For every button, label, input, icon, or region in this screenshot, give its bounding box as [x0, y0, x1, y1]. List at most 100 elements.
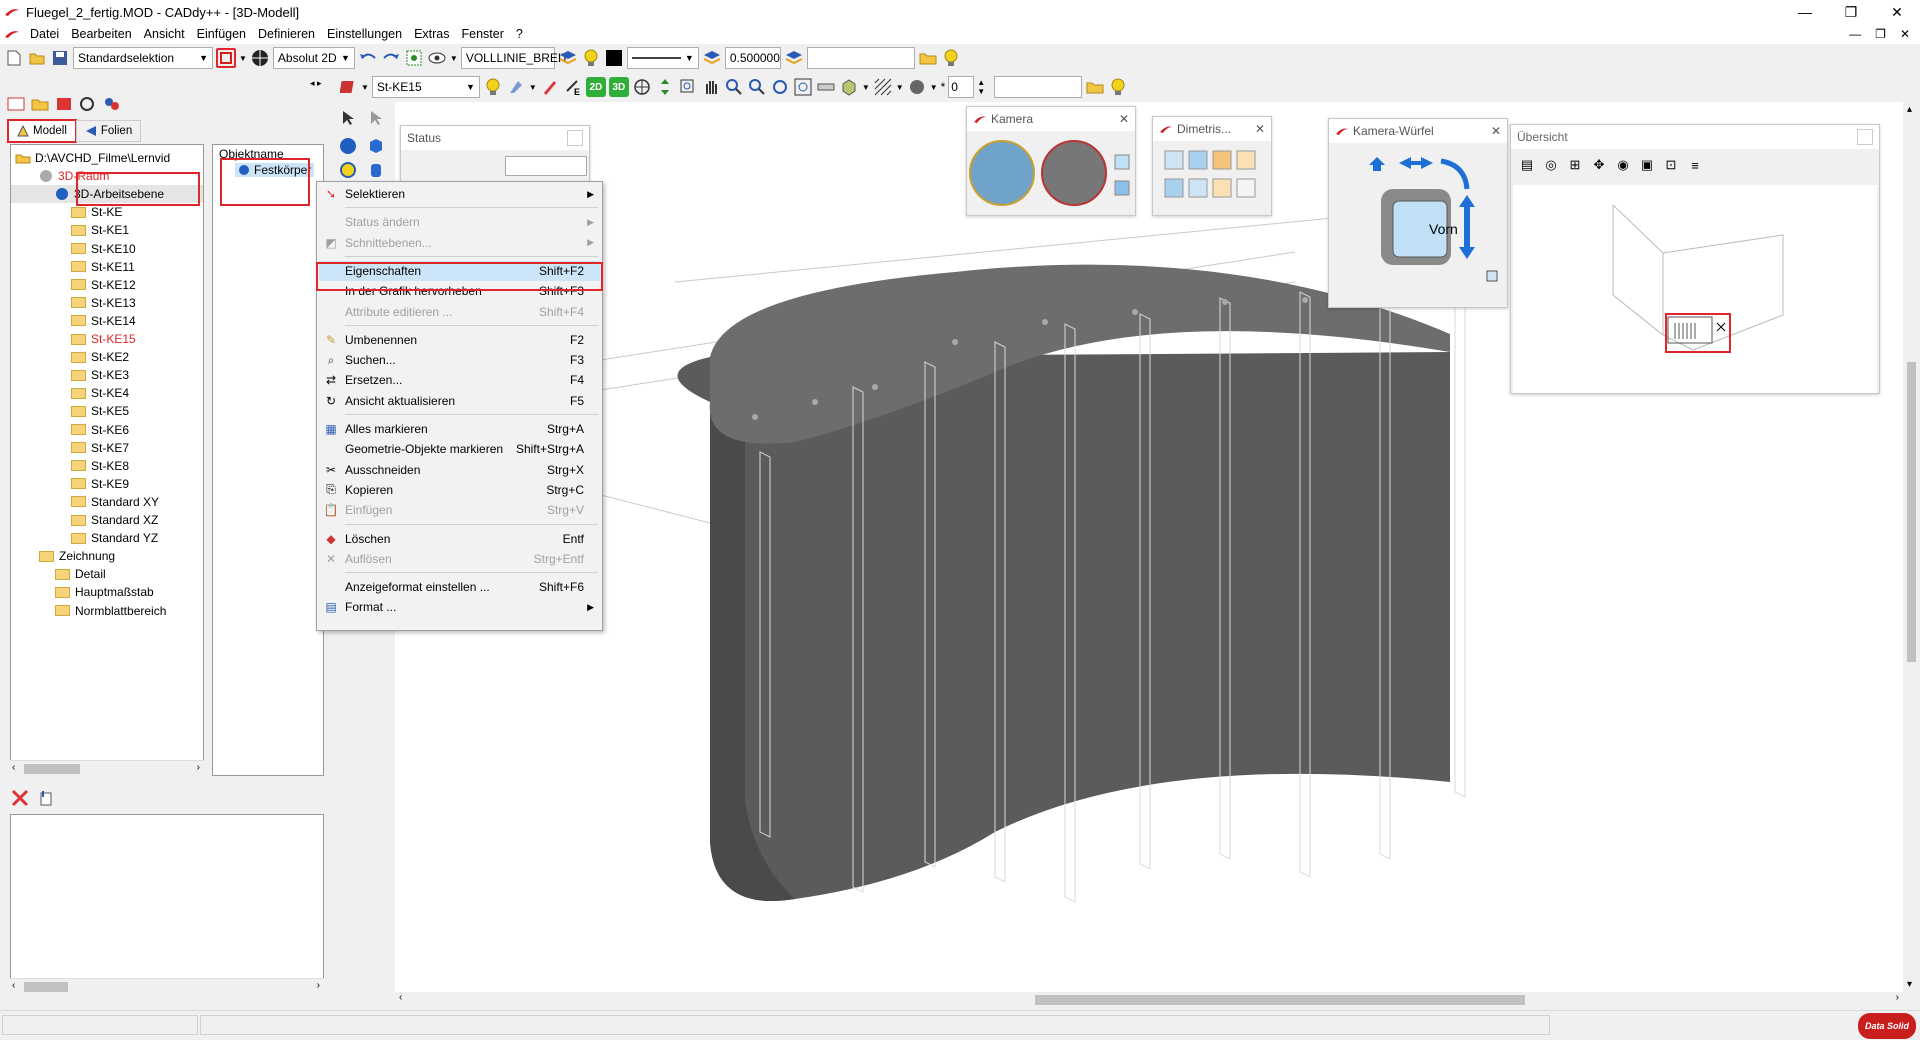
- wuerfel-close-icon[interactable]: ✕: [1491, 124, 1501, 138]
- context-menu-item[interactable]: ↻ Ansicht aktualisieren F5: [319, 391, 600, 411]
- context-menu-item[interactable]: Geometrie-Objekte markieren Shift+Strg+A: [319, 439, 600, 459]
- tree-item[interactable]: Standard XZ: [71, 511, 158, 529]
- sphere-icon[interactable]: [338, 136, 358, 156]
- layer-select[interactable]: St-KE15 ▼: [371, 76, 480, 98]
- coord-mode-select[interactable]: Absolut 2D ▼: [272, 47, 355, 69]
- move-view-icon[interactable]: [655, 77, 675, 97]
- minimize-button[interactable]: —: [1782, 0, 1828, 24]
- layer-tool-icon[interactable]: [338, 77, 358, 97]
- scroll-down-icon[interactable]: ▾: [1907, 979, 1912, 990]
- pointer-alt-icon[interactable]: [366, 108, 386, 128]
- explorer-tool-2-icon[interactable]: [30, 94, 50, 114]
- scroll-up-icon[interactable]: ▴: [1907, 104, 1912, 115]
- scroll-right-icon[interactable]: ›: [197, 762, 200, 773]
- view-3d-button[interactable]: 3D: [608, 77, 629, 97]
- open-folder-icon[interactable]: [27, 48, 47, 68]
- context-menu-item[interactable]: ⎘ Kopieren Strg+C: [319, 480, 600, 500]
- menu-einfuegen[interactable]: Einfügen: [191, 27, 252, 41]
- view-2d-button[interactable]: 2D: [585, 77, 606, 97]
- tree-item[interactable]: Standard XY: [71, 493, 159, 511]
- menu-ansicht[interactable]: Ansicht: [138, 27, 191, 41]
- chevron-down-icon[interactable]: ▼: [529, 83, 537, 92]
- tree-item[interactable]: St-KE1: [71, 221, 129, 239]
- restore-button[interactable]: ❐: [1828, 0, 1874, 24]
- tree-item[interactable]: St-KE10: [71, 240, 136, 258]
- explorer-tool-5-icon[interactable]: [102, 94, 122, 114]
- close-button[interactable]: ✕: [1874, 0, 1920, 24]
- overview-canvas[interactable]: [1513, 185, 1877, 393]
- context-menu-item[interactable]: ⌕ Suchen... F3: [319, 350, 600, 370]
- menu-bearbeiten[interactable]: Bearbeiten: [65, 27, 137, 41]
- viewport-vscroll-thumb[interactable]: [1907, 362, 1916, 662]
- explorer-tool-1-icon[interactable]: [6, 94, 26, 114]
- tree-item[interactable]: St-KE7: [71, 439, 129, 457]
- tree-item[interactable]: St-KE13: [71, 294, 136, 312]
- grid-snap-icon[interactable]: [404, 48, 424, 68]
- tree-item[interactable]: St-KE9: [71, 475, 129, 493]
- scroll-left-icon[interactable]: ‹: [12, 762, 15, 773]
- overview-tool-4-icon[interactable]: ✥: [1589, 155, 1609, 175]
- scroll-right-icon[interactable]: ›: [317, 980, 320, 991]
- context-menu-item[interactable]: ✎ Umbenennen F2: [319, 330, 600, 350]
- overview-tool-1-icon[interactable]: ▤: [1517, 155, 1537, 175]
- mdi-close-button[interactable]: ✕: [1900, 27, 1910, 41]
- overview-tool-8-icon[interactable]: ≡: [1685, 155, 1705, 175]
- folder-light-icon[interactable]: [1085, 77, 1105, 97]
- menu-extras[interactable]: Extras: [408, 27, 455, 41]
- context-menu-item[interactable]: ➘ Selektieren ▶: [319, 184, 600, 204]
- overview-tool-7-icon[interactable]: ⊡: [1661, 155, 1681, 175]
- torus-icon[interactable]: [338, 160, 358, 180]
- caddy-doc-icon[interactable]: [4, 29, 20, 39]
- dimetrisch-close-icon[interactable]: ✕: [1255, 122, 1265, 136]
- context-menu-item[interactable]: Anzeigeformat einstellen ... Shift+F6: [319, 577, 600, 597]
- select-box-icon[interactable]: [216, 48, 236, 68]
- zoom-in-icon[interactable]: [724, 77, 744, 97]
- spin-arrows[interactable]: ▲ ▼: [977, 78, 985, 96]
- lightbulb-icon[interactable]: [1108, 77, 1128, 97]
- coordinate-icon[interactable]: [250, 48, 270, 68]
- redo-icon[interactable]: [381, 48, 401, 68]
- tree-item[interactable]: Standard YZ: [71, 529, 158, 547]
- tree-item[interactable]: Zeichnung: [39, 547, 115, 565]
- ruler-icon[interactable]: [816, 77, 836, 97]
- toolbar2-text-field[interactable]: [994, 76, 1083, 98]
- attach-icon[interactable]: [36, 788, 56, 808]
- tree-item[interactable]: St-KE15: [71, 330, 136, 348]
- tree-item[interactable]: St-KE5: [71, 402, 129, 420]
- tree-item[interactable]: D:\AVCHD_Filme\Lernvid: [15, 149, 170, 167]
- context-menu-item[interactable]: ⇄ Ersetzen... F4: [319, 370, 600, 390]
- menu-einstellungen[interactable]: Einstellungen: [321, 27, 408, 41]
- tree-item[interactable]: St-KE3: [71, 366, 129, 384]
- zoom-window-icon[interactable]: [678, 77, 698, 97]
- tree-item[interactable]: Hauptmaßstab: [55, 583, 154, 601]
- viewport-hscrollbar[interactable]: ‹ ›: [395, 992, 1903, 1008]
- attr-scroll-thumb[interactable]: [24, 982, 68, 992]
- context-menu-item[interactable]: Eigenschaften Shift+F2: [319, 260, 600, 281]
- tree-scroll-thumb[interactable]: [24, 764, 80, 774]
- tree-item[interactable]: St-KE: [71, 203, 122, 221]
- selection-mode-select[interactable]: Standardselektion ▼: [73, 47, 213, 69]
- context-menu-item[interactable]: ▦ Alles markieren Strg+A: [319, 419, 600, 439]
- edit-e-icon[interactable]: E: [563, 77, 583, 97]
- tree-item[interactable]: Normblattbereich: [55, 602, 166, 620]
- mdi-minimize-button[interactable]: —: [1849, 27, 1861, 41]
- objlist-item-festkoerper[interactable]: Festkörper: [235, 163, 315, 177]
- tree-item[interactable]: St-KE11: [71, 258, 135, 276]
- tree-item[interactable]: St-KE8: [71, 457, 129, 475]
- lightbulb-icon[interactable]: [941, 48, 961, 68]
- context-menu-item[interactable]: In der Grafik hervorheben Shift+F3: [319, 281, 600, 301]
- overview-tool-2-icon[interactable]: ◎: [1541, 155, 1561, 175]
- tab-folien[interactable]: Folien: [75, 120, 142, 142]
- pen-icon[interactable]: [540, 77, 560, 97]
- uebersicht-close-icon[interactable]: [1857, 129, 1873, 145]
- explorer-tool-3-icon[interactable]: [54, 94, 74, 114]
- spin-down-icon[interactable]: ▼: [977, 87, 985, 96]
- chevron-down-icon[interactable]: ▼: [862, 83, 870, 92]
- color-swatch-icon[interactable]: [604, 48, 624, 68]
- viewport-vscrollbar[interactable]: ▴ ▾: [1903, 102, 1920, 992]
- chevron-down-icon[interactable]: ▼: [239, 54, 247, 63]
- menu-help[interactable]: ?: [510, 27, 529, 41]
- hand-pan-icon[interactable]: [701, 77, 721, 97]
- kamera-close-icon[interactable]: ✕: [1119, 112, 1129, 126]
- chevron-down-icon[interactable]: ▼: [361, 83, 369, 92]
